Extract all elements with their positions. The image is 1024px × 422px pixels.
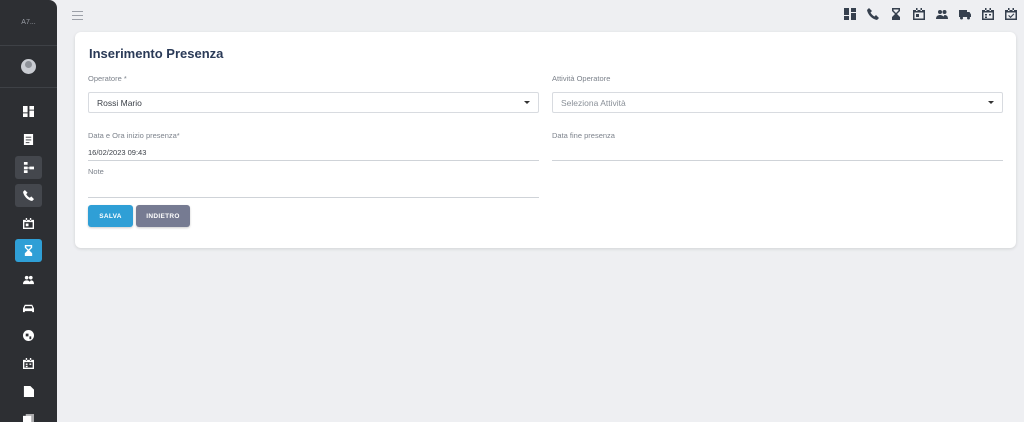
calendar-icon bbox=[23, 218, 34, 229]
people-icon[interactable] bbox=[936, 8, 948, 20]
calendar-icon[interactable] bbox=[913, 8, 925, 20]
calendar-grid-icon[interactable] bbox=[982, 8, 994, 20]
attivita-label: Attività Operatore bbox=[552, 74, 611, 83]
sidebar: A7... bbox=[0, 0, 57, 422]
note-field[interactable] bbox=[88, 182, 539, 198]
sidebar-item-dashboard[interactable] bbox=[15, 100, 42, 123]
calendar-grid-icon bbox=[23, 358, 34, 369]
presence-form-card: Inserimento Presenza Operatore * Rossi M… bbox=[75, 32, 1016, 248]
chevron-down-icon bbox=[524, 101, 530, 104]
sidebar-item-copy[interactable] bbox=[15, 408, 42, 422]
data-inizio-field[interactable]: 16/02/2023 09:43 bbox=[88, 148, 539, 161]
sidebar-divider bbox=[0, 87, 57, 88]
sidebar-item-calendar[interactable] bbox=[15, 212, 42, 235]
hourglass-icon bbox=[24, 245, 33, 256]
truck-icon[interactable] bbox=[959, 8, 971, 20]
people-icon bbox=[23, 275, 34, 285]
phone-icon bbox=[23, 190, 34, 201]
sidebar-item-people[interactable] bbox=[15, 268, 42, 291]
app-logo[interactable]: A7... bbox=[0, 0, 57, 46]
attivita-select[interactable]: Seleziona Attività bbox=[552, 92, 1003, 113]
data-fine-field[interactable] bbox=[552, 148, 1003, 161]
save-button[interactable]: SALVA bbox=[88, 205, 133, 227]
sidebar-item-phone[interactable] bbox=[15, 184, 42, 207]
operatore-select[interactable]: Rossi Mario bbox=[88, 92, 539, 113]
copy-icon bbox=[23, 414, 34, 422]
hourglass-icon[interactable] bbox=[890, 8, 902, 20]
dashboard-icon bbox=[23, 106, 34, 117]
menu-icon bbox=[72, 11, 83, 12]
sidebar-item-hourglass[interactable] bbox=[15, 239, 42, 262]
page-title: Inserimento Presenza bbox=[89, 46, 224, 61]
document-icon bbox=[23, 134, 34, 145]
note-label: Note bbox=[88, 167, 104, 176]
chevron-down-icon bbox=[988, 101, 994, 104]
calendar-check-icon[interactable] bbox=[1005, 8, 1017, 20]
car-icon bbox=[23, 304, 34, 313]
sidebar-item-calendar-grid[interactable] bbox=[15, 352, 42, 375]
logo-text: A7... bbox=[21, 19, 36, 26]
attivita-placeholder: Seleziona Attività bbox=[561, 97, 626, 108]
data-fine-label: Data fine presenza bbox=[552, 131, 615, 140]
file-icon bbox=[23, 386, 34, 397]
hierarchy-icon bbox=[23, 162, 34, 173]
back-button[interactable]: INDIETRO bbox=[136, 205, 190, 227]
data-inizio-label: Data e Ora inizio presenza* bbox=[88, 131, 180, 140]
menu-toggle[interactable] bbox=[72, 11, 83, 20]
globe-icon bbox=[23, 330, 34, 341]
sidebar-item-file[interactable] bbox=[15, 380, 42, 403]
quick-links bbox=[844, 8, 1017, 20]
phone-icon[interactable] bbox=[867, 8, 879, 20]
operatore-value: Rossi Mario bbox=[97, 97, 142, 108]
operatore-label: Operatore * bbox=[88, 74, 127, 83]
sidebar-item-car[interactable] bbox=[15, 296, 42, 319]
data-inizio-value: 16/02/2023 09:43 bbox=[88, 148, 147, 157]
sidebar-item-hierarchy[interactable] bbox=[15, 156, 42, 179]
sidebar-item-document[interactable] bbox=[15, 128, 42, 151]
sidebar-item-globe[interactable] bbox=[15, 324, 42, 347]
avatar[interactable] bbox=[21, 59, 36, 74]
dashboard-icon[interactable] bbox=[844, 8, 856, 20]
